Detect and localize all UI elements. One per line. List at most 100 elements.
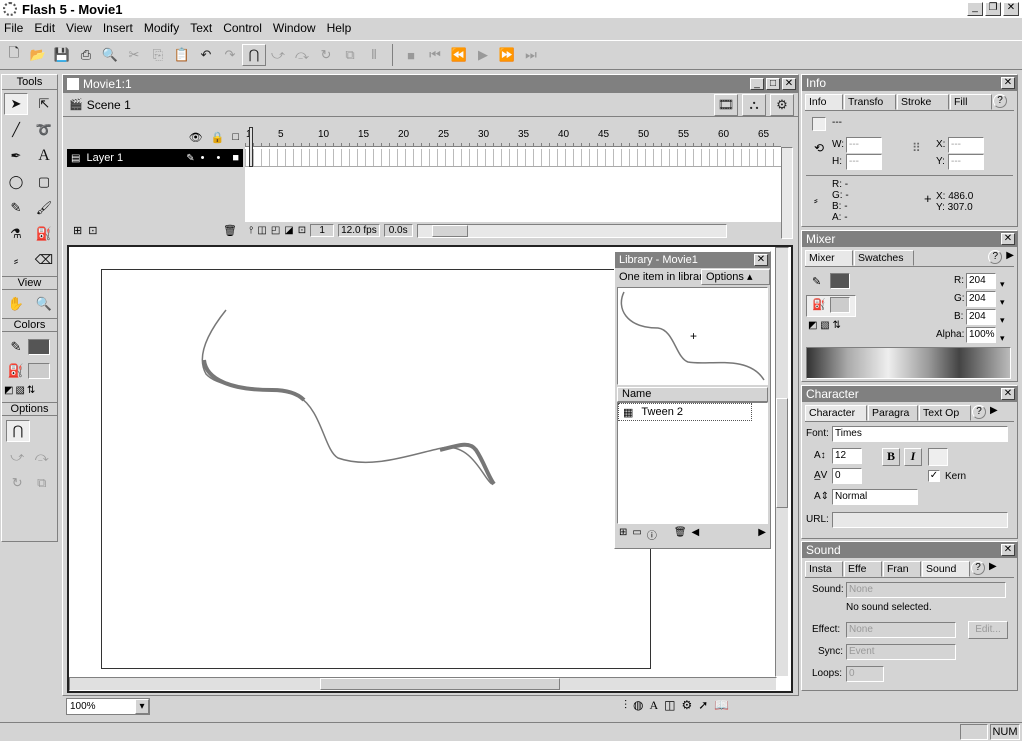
frame-track[interactable] [245, 149, 781, 167]
open-file-icon[interactable]: 📂 [26, 44, 50, 66]
actions-launcher-icon[interactable]: ➚ [698, 698, 708, 716]
zoom-tool-icon[interactable]: 🔍 [32, 293, 56, 315]
menu-file[interactable]: File [4, 18, 23, 38]
text-tool-icon[interactable]: A [32, 145, 56, 167]
bold-button[interactable]: B [882, 448, 900, 466]
properties-icon[interactable]: ⓘ [647, 527, 657, 542]
align-icon[interactable]: ⫴ [362, 44, 386, 66]
tab-instance[interactable]: Insta [805, 561, 843, 577]
library-options-menu[interactable]: Options ▴ [701, 268, 770, 285]
insert-layer-icon[interactable]: ⊞ [73, 224, 82, 237]
character-launcher-icon[interactable]: A [650, 698, 659, 716]
default-colors-icon[interactable]: ◩ [4, 385, 13, 396]
movie-explorer-icon[interactable]: ⚙ [682, 698, 693, 716]
italic-button[interactable]: I [904, 448, 922, 466]
help-icon[interactable]: ? [993, 94, 1007, 108]
menu-control[interactable]: Control [223, 18, 262, 38]
font-select[interactable]: Times [832, 426, 1008, 442]
mixer-g-field[interactable]: 204 [966, 291, 996, 307]
movie-close-button[interactable]: ✕ [782, 78, 796, 90]
info-x-field[interactable]: --- [948, 137, 984, 153]
mixer-stroke-swatch[interactable] [830, 273, 850, 289]
stop-icon[interactable]: ■ [399, 44, 423, 66]
sound-menu-icon[interactable]: ▶ [989, 561, 997, 577]
library-launcher-icon[interactable]: 📖 [714, 698, 729, 716]
sound-close-button[interactable]: ✕ [1001, 544, 1015, 556]
brush-tool-icon[interactable]: 🖌 [32, 197, 56, 219]
menu-help[interactable]: Help [327, 18, 352, 38]
menu-window[interactable]: Window [273, 18, 316, 38]
kern-checkbox[interactable]: ✓ [928, 470, 940, 482]
pencil-tool-icon[interactable]: ✎ [4, 197, 28, 219]
mixer-alpha-field[interactable]: 100% [966, 327, 996, 343]
subselect-tool-icon[interactable]: ⇱ [32, 93, 56, 115]
arrow-tool-icon[interactable]: ➤ [4, 93, 28, 115]
snap-magnet-icon[interactable]: ⋂ [242, 44, 266, 66]
fill-color-swatch[interactable] [28, 363, 50, 379]
play-icon[interactable]: ▶ [471, 44, 495, 66]
edit-symbol-icon[interactable]: ⛬ [742, 93, 766, 116]
text-color-swatch[interactable] [928, 448, 948, 466]
tab-swatches[interactable]: Swatches [854, 250, 914, 266]
mixer-r-field[interactable]: 204 [966, 273, 996, 289]
outline-icon[interactable]: □ [232, 131, 239, 143]
new-file-icon[interactable]: 🗋 [2, 44, 26, 66]
close-button[interactable]: ✕ [1003, 2, 1019, 16]
mixer-fill-swatch[interactable] [830, 297, 850, 313]
copy-icon[interactable]: ⎘ [146, 44, 170, 66]
straighten-icon[interactable]: ⤼ [290, 44, 314, 66]
swap-colors-icon[interactable]: ⇅ [27, 385, 35, 396]
info-w-field[interactable]: --- [846, 137, 882, 153]
sync-select[interactable]: Event [846, 644, 956, 660]
library-scroll-left-icon[interactable]: ◀ [692, 527, 700, 542]
mixer-menu-icon[interactable]: ▶ [1006, 250, 1014, 266]
library-close-button[interactable]: ✕ [754, 254, 768, 266]
ink-bottle-icon[interactable]: ⚗ [4, 223, 28, 245]
mixer-help-icon[interactable]: ? [988, 250, 1003, 264]
instance-launcher-icon[interactable]: ◫ [664, 698, 675, 716]
rectangle-tool-icon[interactable]: ▢ [32, 171, 56, 193]
show-hide-icon[interactable]: 👁 [189, 131, 203, 144]
print-preview-icon[interactable]: 🔍 [98, 44, 122, 66]
paint-bucket-icon[interactable]: ⛽ [32, 223, 56, 245]
onion-markers-icon[interactable]: ⊡ [298, 225, 306, 236]
info-close-button[interactable]: ✕ [1001, 77, 1015, 89]
character-close-button[interactable]: ✕ [1001, 388, 1015, 400]
timeline-hscroll[interactable] [416, 223, 727, 238]
stage-hscroll[interactable] [69, 677, 777, 691]
scale-icon[interactable]: ⧉ [338, 44, 362, 66]
tab-info[interactable]: Info [805, 94, 843, 110]
view-options-icon[interactable]: ⚙ [770, 93, 794, 116]
timeline-vscroll[interactable] [781, 147, 793, 239]
undo-icon[interactable]: ↶ [194, 44, 218, 66]
go-to-end-icon[interactable]: ⏭ [519, 44, 543, 66]
onion-skin-icon[interactable]: ◫ [257, 225, 266, 236]
menu-modify[interactable]: Modify [144, 18, 179, 38]
smooth-option-icon[interactable]: ⤻ [6, 446, 29, 468]
sound-select[interactable]: None [846, 582, 1006, 598]
menu-text[interactable]: Text [190, 18, 212, 38]
step-back-icon[interactable]: ⏪ [447, 44, 471, 66]
mixer-b-field[interactable]: 204 [966, 309, 996, 325]
stage-vscroll[interactable] [775, 247, 789, 677]
tab-text-options[interactable]: Text Op [919, 405, 971, 421]
lasso-tool-icon[interactable]: ➰ [32, 119, 56, 141]
snap-option-icon[interactable]: ⋂ [6, 420, 30, 442]
mixer-default-icon[interactable]: ◩ ▧ ⇅ [808, 320, 841, 331]
menu-edit[interactable]: Edit [34, 18, 55, 38]
new-folder-icon[interactable]: ▭ [632, 527, 641, 542]
tab-mixer[interactable]: Mixer [805, 250, 853, 266]
no-color-icon[interactable]: ▧ [15, 385, 24, 396]
tab-character[interactable]: Character [805, 405, 867, 421]
rewind-icon[interactable]: ⏮ [423, 44, 447, 66]
pen-tool-icon[interactable]: ✒ [4, 145, 28, 167]
delete-item-icon[interactable]: 🗑 [674, 527, 687, 542]
mixer-launcher-icon[interactable]: ◍ [633, 698, 643, 716]
mixer-close-button[interactable]: ✕ [1001, 233, 1015, 245]
zoom-control[interactable]: 100% ▾ [66, 698, 150, 715]
tab-sound[interactable]: Sound [922, 561, 970, 577]
stroke-color-swatch[interactable] [28, 339, 50, 355]
redo-icon[interactable]: ↷ [218, 44, 242, 66]
minimize-button[interactable]: _ [967, 2, 983, 16]
oval-tool-icon[interactable]: ◯ [4, 171, 28, 193]
